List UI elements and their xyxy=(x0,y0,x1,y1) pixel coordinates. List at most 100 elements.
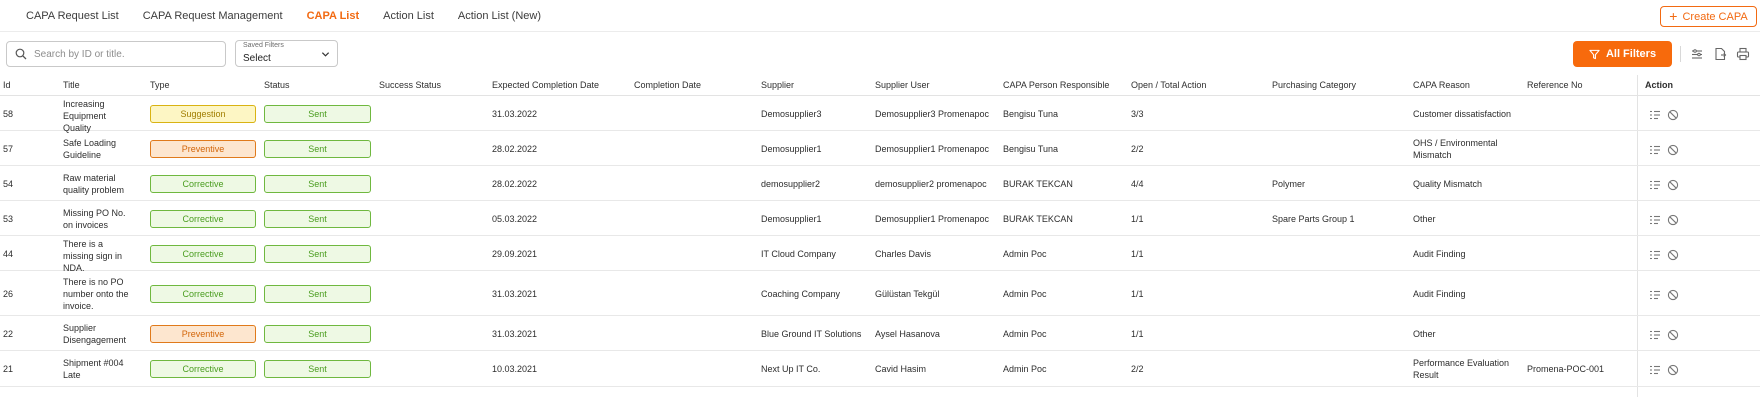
export-icon[interactable] xyxy=(1713,47,1727,61)
table-row[interactable]: 44 29.09.2021 IT Cloud Company Charles Davi… xyxy=(0,236,1760,274)
col-person-responsible[interactable]: CAPA Person Responsible xyxy=(1003,80,1109,90)
details-list-icon[interactable] xyxy=(1649,109,1661,121)
create-capa-button[interactable]: + Create CAPA xyxy=(1660,6,1757,27)
cell-title[interactable]: Safe Loading Guideline xyxy=(63,137,135,161)
search-box[interactable] xyxy=(6,41,226,67)
cell-id: 54 xyxy=(3,178,14,189)
all-filters-button[interactable]: All Filters xyxy=(1573,41,1672,67)
details-list-icon[interactable] xyxy=(1649,144,1661,156)
table-row[interactable]: 26 31.03.2021 Coaching Company Gülüstan Tek… xyxy=(0,271,1760,316)
cancel-icon[interactable] xyxy=(1667,249,1679,261)
details-list-icon[interactable] xyxy=(1649,289,1661,301)
tab-action-list[interactable]: Action List xyxy=(383,10,434,22)
cell-person-responsible: BURAK TEKCAN xyxy=(1003,213,1073,224)
tab-bar: CAPA Request List CAPA Request Managemen… xyxy=(26,10,565,22)
status-badge: Sent xyxy=(264,209,371,228)
col-reference-no[interactable]: Reference No xyxy=(1527,80,1583,90)
details-list-icon[interactable] xyxy=(1649,179,1661,191)
col-type[interactable]: Type xyxy=(150,80,170,90)
cell-capa-reason: Audit Finding xyxy=(1413,288,1466,299)
cell-id: 44 xyxy=(3,248,14,259)
cancel-icon[interactable] xyxy=(1667,364,1679,376)
cell-person-responsible: Bengisu Tuna xyxy=(1003,143,1059,154)
type-badge: Corrective xyxy=(150,284,256,303)
table-row[interactable]: 54 28.02.2022 demosupplier2 demosupplier2 p… xyxy=(0,166,1760,201)
tab-capa-list[interactable]: CAPA List xyxy=(307,10,360,22)
col-success-status[interactable]: Success Status xyxy=(379,80,441,90)
col-completion-date[interactable]: Completion Date xyxy=(634,80,701,90)
cell-title[interactable]: There is a missing sign in NDA. xyxy=(63,238,135,274)
cell-expected-date: 10.03.2021 xyxy=(492,364,538,374)
status-badge: Sent xyxy=(264,284,371,303)
cell-capa-reason: Other xyxy=(1413,328,1436,339)
col-expected-date[interactable]: Expected Completion Date xyxy=(492,80,599,90)
tab-capa-request-management[interactable]: CAPA Request Management xyxy=(143,10,283,22)
col-purchasing-category[interactable]: Purchasing Category xyxy=(1272,80,1356,90)
cell-open-total-action: 3/3 xyxy=(1131,108,1144,119)
cell-purchasing-category: Polymer xyxy=(1272,178,1306,189)
cancel-icon[interactable] xyxy=(1667,179,1679,191)
col-open-total-action[interactable]: Open / Total Action xyxy=(1131,80,1206,90)
cell-open-total-action: 4/4 xyxy=(1131,178,1144,189)
status-badge: Sent xyxy=(264,360,371,378)
col-title[interactable]: Title xyxy=(63,80,80,90)
cell-expected-date: 31.03.2021 xyxy=(492,328,538,339)
cell-open-total-action: 1/1 xyxy=(1131,248,1144,259)
create-capa-label: Create CAPA xyxy=(1682,10,1748,23)
cell-title[interactable]: Increasing Equipment Quality xyxy=(63,98,135,134)
details-list-icon[interactable] xyxy=(1649,364,1661,376)
cell-supplier-user: Charles Davis xyxy=(875,248,932,259)
cell-person-responsible: Admin Poc xyxy=(1003,288,1047,299)
table-row[interactable]: 57 28.02.2022 Demosupplier1 Demosupplier1 P… xyxy=(0,131,1760,166)
cell-title[interactable]: Raw material quality problem xyxy=(63,172,135,196)
cell-open-total-action: 2/2 xyxy=(1131,143,1144,154)
col-supplier-user[interactable]: Supplier User xyxy=(875,80,930,90)
cancel-icon[interactable] xyxy=(1667,109,1679,121)
cell-capa-reason: Customer dissatisfaction xyxy=(1413,108,1512,119)
cell-reference-no: Promena-POC-001 xyxy=(1527,364,1605,374)
cell-supplier-user: Cavid Hasim xyxy=(875,364,927,374)
col-capa-reason[interactable]: CAPA Reason xyxy=(1413,80,1470,90)
tab-capa-request-list[interactable]: CAPA Request List xyxy=(26,10,119,22)
table-row[interactable]: 58 31.03.2022 Demosupplier3 Demosupplier3 P… xyxy=(0,96,1760,134)
cell-person-responsible: Bengisu Tuna xyxy=(1003,108,1059,119)
cell-supplier-user: Aysel Hasanova xyxy=(875,328,940,339)
cell-title[interactable]: Missing PO No. on invoices xyxy=(63,207,135,231)
cell-supplier: Blue Ground IT Solutions xyxy=(761,328,862,339)
type-badge: Corrective xyxy=(150,209,256,228)
search-input[interactable] xyxy=(34,48,214,60)
type-badge: Preventive xyxy=(150,139,256,158)
details-list-icon[interactable] xyxy=(1649,329,1661,341)
status-badge: Sent xyxy=(264,104,371,123)
cell-title[interactable]: There is no PO number onto the invoice. xyxy=(63,276,135,312)
toolbar-divider xyxy=(1680,46,1681,62)
chevron-down-icon xyxy=(321,52,330,57)
col-supplier[interactable]: Supplier xyxy=(761,80,794,90)
table-row[interactable]: 21 10.03.2021 Next Up IT Co. Cavid Hasim Adm… xyxy=(0,351,1760,387)
all-filters-label: All Filters xyxy=(1605,48,1657,60)
table-row[interactable]: 53 05.03.2022 Demosupplier1 Demosupplier1 P… xyxy=(0,201,1760,236)
cancel-icon[interactable] xyxy=(1667,214,1679,226)
cancel-icon[interactable] xyxy=(1667,289,1679,301)
print-icon[interactable] xyxy=(1736,47,1750,61)
type-badge: Suggestion xyxy=(150,104,256,123)
cancel-icon[interactable] xyxy=(1667,329,1679,341)
search-icon xyxy=(15,48,27,60)
column-settings-icon[interactable] xyxy=(1690,47,1704,61)
details-list-icon[interactable] xyxy=(1649,249,1661,261)
col-status[interactable]: Status xyxy=(264,80,290,90)
cell-supplier-user: Demosupplier1 Promenapoc xyxy=(875,143,990,154)
col-id[interactable]: Id xyxy=(3,80,11,90)
col-action: Action xyxy=(1645,80,1673,90)
tab-action-list-new[interactable]: Action List (New) xyxy=(458,10,541,22)
table-row[interactable]: 22 31.03.2021 Blue Ground IT Solutions Ayse… xyxy=(0,316,1760,351)
cell-supplier-user: demosupplier2 promenapoc xyxy=(875,178,987,189)
table-header: Id Title Type Status Success Status Expe… xyxy=(0,75,1760,96)
cell-title[interactable]: Shipment #004 Late xyxy=(63,357,135,381)
cell-supplier-user: Demosupplier1 Promenapoc xyxy=(875,213,990,224)
saved-filters-select[interactable]: Saved Filters Select xyxy=(235,40,338,67)
details-list-icon[interactable] xyxy=(1649,214,1661,226)
cell-supplier: Demosupplier1 xyxy=(761,143,822,154)
cell-title[interactable]: Supplier Disengagement xyxy=(63,322,135,346)
cancel-icon[interactable] xyxy=(1667,144,1679,156)
